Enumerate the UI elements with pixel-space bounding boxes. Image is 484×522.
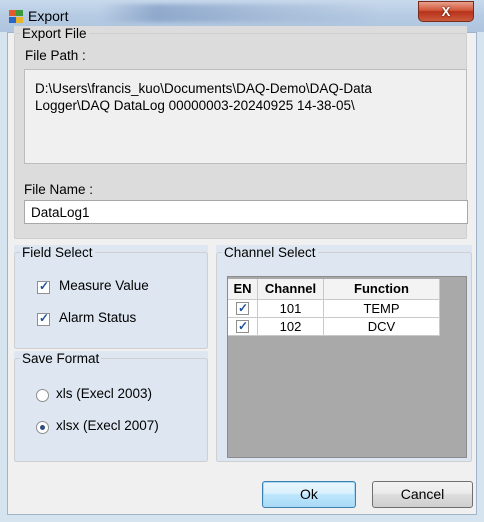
table-row[interactable]	[228, 318, 258, 336]
window-title: Export	[28, 8, 69, 24]
export-dialog: Export X Export File File Path : D:\User…	[0, 0, 484, 522]
xls-radio[interactable]	[36, 389, 49, 402]
close-icon: X	[441, 4, 451, 19]
file-path-display: D:\Users\francis_kuo\Documents\DAQ-Demo\…	[24, 69, 467, 164]
channel-cell[interactable]: 101	[258, 300, 324, 318]
channel-enable-checkbox[interactable]	[236, 300, 249, 317]
group-label: Field Select	[20, 245, 95, 260]
file-name-label: File Name :	[24, 182, 94, 197]
channel-enable-checkbox[interactable]	[236, 318, 249, 335]
file-path-line: D:\Users\francis_kuo\Documents\DAQ-Demo\…	[35, 81, 372, 96]
measure-value-label[interactable]: Measure Value	[59, 278, 149, 293]
cancel-button[interactable]: Cancel	[372, 481, 473, 508]
column-header-channel[interactable]: Channel	[258, 279, 324, 300]
save-format-group: Save Format	[14, 351, 208, 462]
xlsx-option-label[interactable]: xlsx (Execl 2007)	[56, 418, 159, 433]
alarm-status-checkbox[interactable]	[37, 311, 50, 326]
xlsx-radio[interactable]	[36, 421, 49, 434]
background-window-blur	[100, 4, 380, 22]
function-cell[interactable]: TEMP	[324, 300, 440, 318]
table-row[interactable]	[228, 300, 258, 318]
file-path-line: Logger\DAQ DataLog 00000003-20240925 14-…	[35, 98, 355, 113]
field-select-group: Field Select	[14, 245, 208, 349]
alarm-status-label[interactable]: Alarm Status	[59, 310, 136, 325]
close-button[interactable]: X	[418, 1, 474, 22]
channel-cell[interactable]: 102	[258, 318, 324, 336]
group-frame	[14, 358, 208, 462]
function-cell[interactable]: DCV	[324, 318, 440, 336]
app-icon	[9, 10, 23, 23]
file-name-input[interactable]	[24, 200, 468, 224]
group-label: Channel Select	[222, 245, 318, 260]
group-label: Export File	[20, 26, 89, 41]
column-header-function[interactable]: Function	[324, 279, 440, 300]
file-path-label: File Path :	[25, 48, 86, 63]
group-frame	[14, 252, 208, 349]
ok-button[interactable]: Ok	[262, 481, 356, 508]
column-header-en[interactable]: EN	[228, 279, 258, 300]
xls-option-label[interactable]: xls (Execl 2003)	[56, 386, 152, 401]
group-label: Save Format	[20, 351, 102, 366]
measure-value-checkbox[interactable]	[37, 279, 50, 294]
